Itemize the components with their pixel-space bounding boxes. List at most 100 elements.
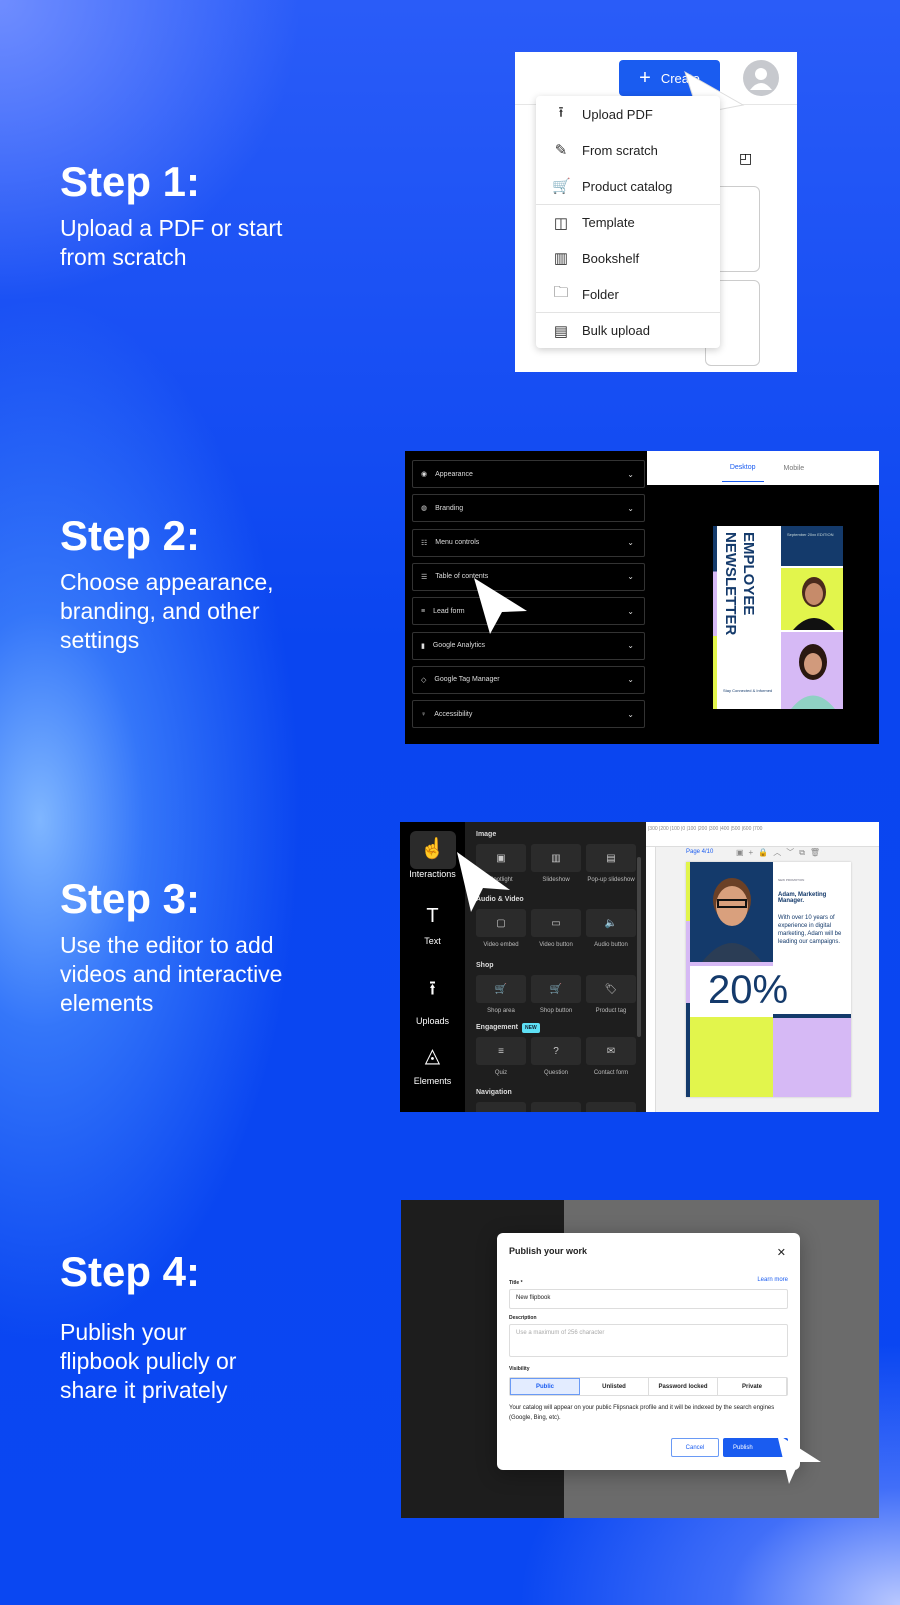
template-icon: ◫ [553,214,569,232]
upload-icon: ⭱ [558,103,564,121]
interaction-tile[interactable]: ? [531,1037,581,1065]
setting-label: Lead form [433,607,465,615]
step-1-text: Step 1: Upload a PDF or start from scratc… [60,158,300,272]
tab-mobile[interactable]: Mobile [784,465,805,472]
menu-item-label: From scratch [582,142,658,158]
plus-icon: + [639,66,651,89]
doc-name: Adam, Marketing Manager. [778,892,827,904]
interaction-tile[interactable] [476,1102,526,1112]
menu-item[interactable]: 🗀 Folder [536,276,720,312]
title-label: Title * [509,1280,523,1286]
step-title: Step 3: [60,875,201,922]
preview-edition: September 20xx EDITION [781,526,843,566]
setting-icon: ☷ [421,539,428,547]
dialog-title: Publish your work [509,1246,588,1256]
menu-item-label: Folder [582,286,619,302]
photo-adam [690,862,773,962]
preview-title-2: NEWSLETTER [722,532,739,636]
chevron-down-icon: ⌄ [627,675,634,685]
interaction-tile[interactable]: 🏷 [586,975,636,1003]
visibility-option[interactable]: Public [510,1378,580,1395]
create-dropdown: ⭱ Upload PDF ✎ From scratch 🛒 Product catalog… [536,96,720,348]
step-description: Upload a PDF or start from scratch [60,215,283,270]
avatar[interactable] [743,60,779,96]
visibility-option[interactable]: Unlisted [580,1378,649,1395]
page-canvas: |300 |200 |100 |0 |100 |200 |300 |400 |5… [646,822,879,1112]
step-description: Publish your flipbook pulicly or share i… [60,1319,237,1403]
rail-icon: ⭱ [429,978,436,1000]
setting-icon: ◍ [421,505,428,513]
menu-item[interactable]: ✎ From scratch [536,132,720,168]
close-icon[interactable]: ✕ [777,1246,786,1259]
page-toolbar[interactable]: ▣+🔒︿﹀⧉🗑 [736,847,825,858]
menu-item-label: Bulk upload [582,323,650,338]
menu-item[interactable]: ▥ Bookshelf [536,240,720,276]
section-heading: Navigation [476,1089,512,1096]
chevron-down-icon: ⌄ [627,572,634,582]
cancel-button[interactable]: Cancel [671,1438,719,1457]
archive-icon: ▤ [553,322,569,340]
tile-label: Video embed [483,942,519,948]
menu-item[interactable]: ⭱ Upload PDF [536,96,720,132]
visibility-label: Visibility [509,1366,530,1372]
page-document: NEW PROMOTION Adam, Marketing Manager. W… [686,862,851,1097]
settings-accordion[interactable]: ♀ Accessibility ⌄ [412,700,645,729]
interaction-tile[interactable]: ✉ [586,1037,636,1065]
settings-accordion[interactable]: ◇ Google Tag Manager ⌄ [412,665,645,694]
doc-bio: With over 10 years of experience in digi… [778,915,842,945]
step-description: Use the editor to add videos and interac… [60,932,283,1016]
interaction-tile[interactable]: ▥ [531,844,581,872]
rail-item[interactable]: ⭱ Uploads [400,974,465,1026]
settings-accordion[interactable]: ◉ Appearance ⌄ [412,460,645,488]
learn-more-link[interactable]: Learn more [757,1277,788,1283]
chevron-down-icon: ⌄ [627,709,634,719]
description-label: Description [509,1315,537,1321]
visibility-option[interactable]: Password locked [649,1378,718,1395]
new-badge: NEW [522,1023,540,1033]
section-heading: Engagement [476,1024,519,1031]
settings-accordion[interactable]: ☷ Menu controls ⌄ [412,528,645,557]
interaction-tile[interactable] [586,1102,636,1112]
tile-label: Shop button [539,1008,573,1014]
interaction-tile[interactable]: 🔈 [586,909,636,937]
tile-label: Product tag [595,1008,627,1014]
setting-label: Appearance [435,470,473,478]
settings-accordion[interactable]: ◍ Branding ⌄ [412,494,645,523]
rail-label: Elements [413,1076,452,1086]
interaction-tile[interactable]: 🛒 [476,975,526,1003]
menu-item[interactable]: ◫ Template [536,204,720,240]
tile-label: Audio button [594,942,628,948]
scrollbar[interactable] [637,857,641,1037]
interaction-tile[interactable]: ▤ [586,844,636,872]
interaction-tile[interactable]: ▭ [531,909,581,937]
interaction-tile[interactable] [531,1102,581,1112]
folder-icon: 🗀 [553,283,569,301]
rail-item[interactable]: ◬ Elements [400,1043,465,1086]
title-input[interactable]: New flipbook [509,1289,788,1309]
tile-label: Pop-up slideshow [587,877,635,883]
description-input[interactable]: Use a maximum of 256 character [509,1324,788,1357]
interaction-tile[interactable]: 🛒 [531,975,581,1003]
tile-label: Question [543,1070,568,1076]
cursor-icon [777,1434,821,1484]
menu-item[interactable]: ▤ Bulk upload [536,312,720,348]
setting-icon: ≡ [421,607,426,615]
setting-icon: ▮ [421,642,425,650]
visibility-note: Your catalog will appear on your public … [509,1405,775,1421]
doc-kicker: NEW PROMOTION [778,878,805,882]
step-3-text: Step 3: Use the editor to add videos and … [60,875,310,1018]
setting-icon: ☰ [421,573,428,581]
chevron-down-icon: ⌄ [627,641,634,650]
visibility-option[interactable]: Private [718,1378,787,1395]
menu-item[interactable]: 🛒 Product catalog [536,168,720,204]
tile-label: Shop area [487,1008,515,1014]
interaction-tile[interactable]: ≡ [476,1037,526,1065]
tile-label: Contact form [593,1070,629,1076]
setting-label: Menu controls [435,539,480,547]
rail-label: Text [424,936,441,946]
setting-label: Accessibility [434,710,473,718]
photo-woman-2 [781,632,843,709]
tab-desktop[interactable]: Desktop [721,454,764,482]
setting-icon: ♀ [421,710,427,718]
cart-icon: 🛒 [552,178,571,195]
